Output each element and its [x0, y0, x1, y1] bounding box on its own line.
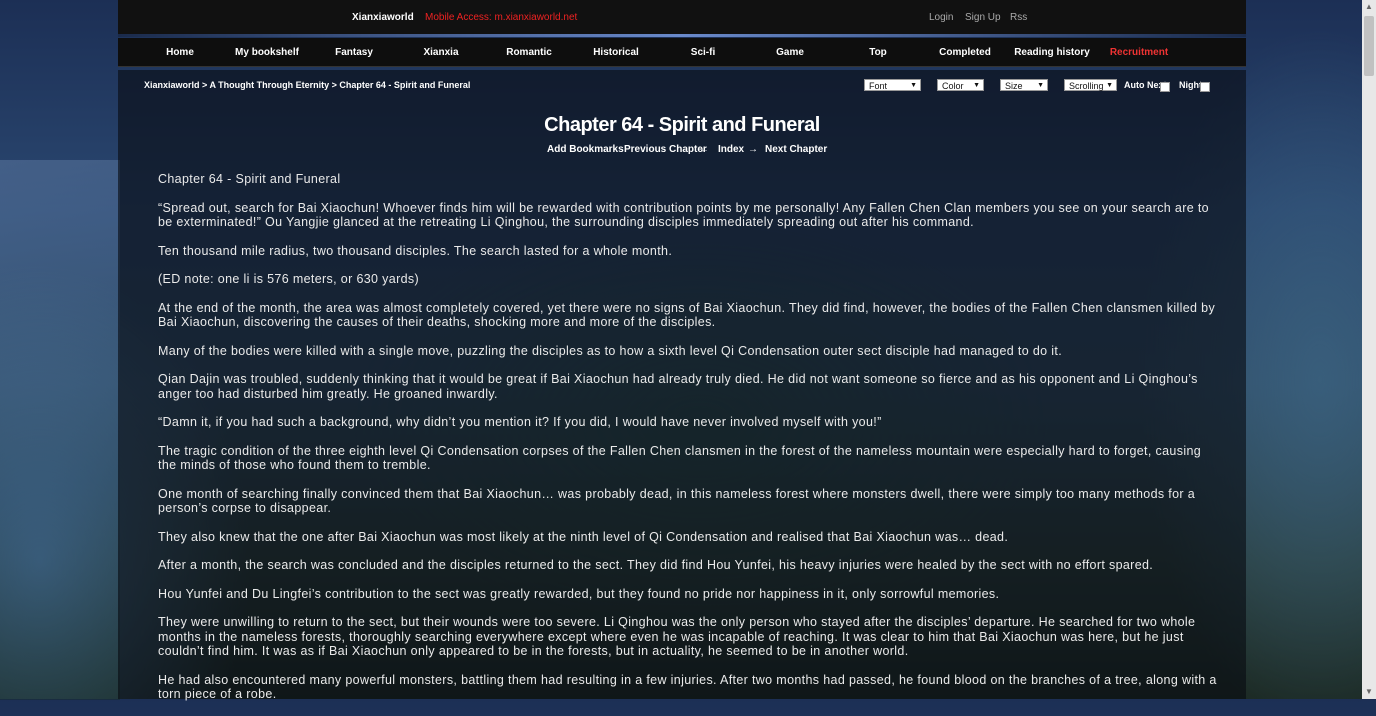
font-select[interactable]: Font ▼: [864, 79, 921, 91]
signup-link[interactable]: Sign Up: [965, 12, 1001, 23]
header-divider: [118, 34, 1246, 37]
paragraph: One month of searching finally convinced…: [158, 486, 1196, 516]
nav-reading-history[interactable]: Reading history: [1014, 47, 1090, 58]
reader-content: Xianxiaworld > A Thought Through Eternit…: [118, 70, 1246, 701]
nav-my-bookshelf[interactable]: My bookshelf: [235, 47, 299, 58]
background-mountain: [0, 160, 120, 700]
breadcrumb-book-link[interactable]: A Thought Through Eternity: [209, 80, 329, 90]
color-select-value: Color: [942, 81, 964, 91]
scroll-up-icon[interactable]: ▲: [1362, 0, 1376, 14]
dropdown-arrow-icon: ▼: [1106, 82, 1113, 89]
chapter-title: Chapter 64 - Spirit and Funeral: [544, 114, 820, 136]
dropdown-arrow-icon: ▼: [1037, 82, 1044, 89]
size-select-value: Size: [1005, 81, 1023, 91]
chapter-text: Chapter 64 - Spirit and Funeral “Spread …: [158, 172, 1218, 716]
auto-next-checkbox[interactable]: [1160, 82, 1170, 92]
scroll-down-icon[interactable]: ▼: [1362, 685, 1376, 699]
nav-home[interactable]: Home: [166, 47, 194, 58]
nav-game[interactable]: Game: [776, 47, 804, 58]
arrow-left-icon: ←: [699, 144, 709, 155]
paragraph: Chapter 64 - Spirit and Funeral: [158, 172, 341, 186]
login-link[interactable]: Login: [929, 12, 953, 23]
night-label: Night: [1179, 80, 1202, 90]
paragraph: “Spread out, search for Bai Xiaochun! Wh…: [158, 200, 1209, 230]
arrow-right-icon: →: [748, 144, 758, 155]
nav-xianxia[interactable]: Xianxia: [423, 47, 458, 58]
top-bar: Xianxiaworld Mobile Access: m.xianxiawor…: [118, 0, 1246, 34]
index-link[interactable]: Index: [718, 144, 744, 155]
add-bookmarks-link[interactable]: Add Bookmarks: [547, 144, 624, 155]
scrolling-select-value: Scrolling: [1069, 81, 1104, 91]
nav-top[interactable]: Top: [869, 47, 887, 58]
nav-fantasy[interactable]: Fantasy: [335, 47, 373, 58]
dropdown-arrow-icon: ▼: [973, 82, 980, 89]
paragraph: They also knew that the one after Bai Xi…: [158, 529, 1009, 544]
paragraph: “Damn it, if you had such a background, …: [158, 415, 882, 429]
color-select[interactable]: Color ▼: [937, 79, 984, 91]
rss-link[interactable]: Rss: [1010, 12, 1027, 23]
size-select[interactable]: Size ▼: [1000, 79, 1048, 91]
page-scrollbar[interactable]: ▲ ▼: [1362, 0, 1376, 699]
dropdown-arrow-icon: ▼: [910, 82, 917, 89]
paragraph: Many of the bodies were killed with a si…: [158, 343, 1063, 358]
nav-completed[interactable]: Completed: [939, 47, 991, 58]
font-select-value: Font: [869, 81, 888, 91]
paragraph: After a month, the search was concluded …: [158, 558, 1154, 572]
breadcrumb-separator: >: [199, 80, 210, 90]
scrolling-select[interactable]: Scrolling ▼: [1064, 79, 1117, 91]
breadcrumb: Xianxiaworld > A Thought Through Eternit…: [144, 80, 470, 90]
paragraph: At the end of the month, the area was al…: [158, 300, 1216, 330]
breadcrumb-current-chapter: Chapter 64 - Spirit and Funeral: [339, 80, 471, 90]
paragraph: The tragic condition of the three eighth…: [158, 443, 1202, 473]
nav-sci-fi[interactable]: Sci-fi: [691, 47, 715, 58]
breadcrumb-site-link[interactable]: Xianxiaworld: [144, 80, 200, 90]
paragraph: He had also encountered many powerful mo…: [158, 672, 1217, 702]
site-brand-link[interactable]: Xianxiaworld: [352, 12, 414, 23]
next-chapter-link[interactable]: Next Chapter: [765, 144, 827, 155]
mobile-access-link[interactable]: Mobile Access: m.xianxiaworld.net: [425, 12, 577, 23]
previous-chapter-link[interactable]: Previous Chapter: [624, 144, 707, 155]
paragraph: Hou Yunfei and Du Lingfei’s contribution…: [158, 586, 1000, 601]
scrollbar-thumb[interactable]: [1364, 16, 1374, 76]
nav-historical[interactable]: Historical: [593, 47, 639, 58]
main-nav: Home My bookshelf Fantasy Xianxia Romant…: [118, 38, 1246, 67]
nav-romantic[interactable]: Romantic: [506, 47, 552, 58]
nav-recruitment[interactable]: Recruitment: [1110, 47, 1168, 58]
paragraph: They were unwilling to return to the sec…: [158, 615, 1196, 658]
breadcrumb-separator: >: [329, 80, 340, 90]
night-checkbox[interactable]: [1200, 82, 1210, 92]
paragraph: Qian Dajin was troubled, suddenly thinki…: [158, 372, 1198, 401]
paragraph: (ED note: one li is 576 meters, or 630 y…: [158, 272, 420, 286]
paragraph: Ten thousand mile radius, two thousand d…: [158, 243, 673, 258]
